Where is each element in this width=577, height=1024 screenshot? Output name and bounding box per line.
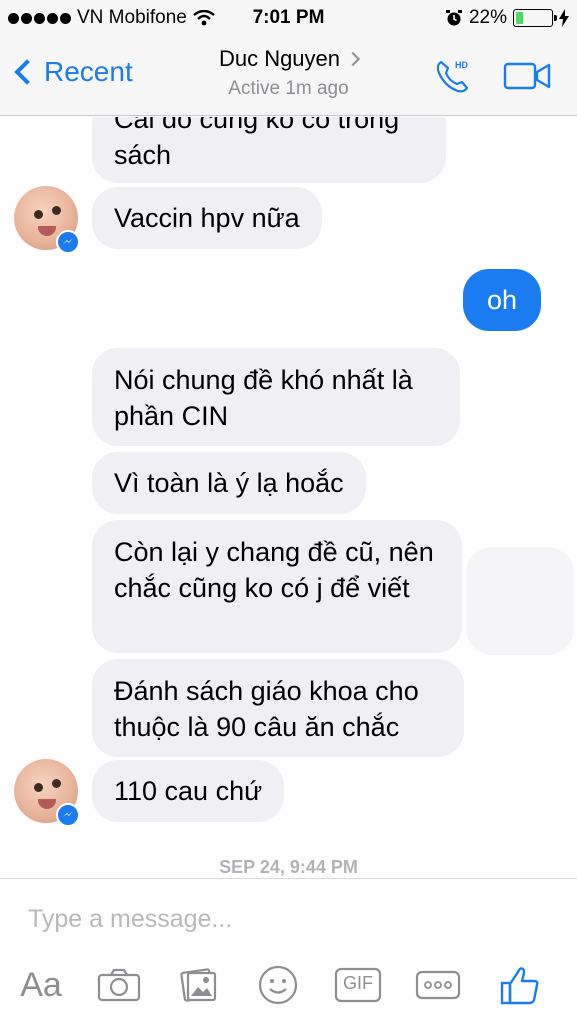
messenger-badge-icon: [56, 803, 80, 827]
contact-name: Duc Nguyen: [218, 46, 341, 71]
faded-attachment: [466, 547, 574, 655]
emoji-icon: [258, 965, 298, 1005]
aa-button[interactable]: Aa: [18, 961, 64, 1009]
message-text: 110 cau chứ: [114, 776, 263, 806]
header-actions: HD: [433, 56, 551, 96]
hd-phone-icon[interactable]: HD: [433, 56, 473, 96]
video-call-icon[interactable]: [503, 61, 551, 91]
message-bubble[interactable]: Vì toàn là ý lạ hoắc: [92, 452, 366, 514]
contact-name-row: Duc Nguyen: [218, 46, 361, 72]
gif-label: GIF: [343, 973, 373, 993]
message-input[interactable]: [28, 899, 548, 939]
message-text: Nói chung đề khó nhất là phần CIN: [114, 365, 413, 431]
like-icon: [500, 967, 539, 1005]
chevron-right-icon: [345, 51, 361, 67]
battery-icon: [513, 9, 557, 27]
battery-percent: 22%: [468, 7, 507, 28]
message-text: Còn lại y chang đề cũ, nên chắc cũng ko …: [114, 537, 434, 603]
timestamp: SEP 24, 9:44 PM: [219, 857, 358, 877]
more-button[interactable]: [414, 961, 462, 1009]
message-text: Đánh sách giáo khoa cho thuộc là 90 câu …: [114, 676, 419, 742]
message-bubble[interactable]: Vaccin hpv nữa: [92, 187, 322, 249]
emoji-button[interactable]: [255, 961, 301, 1009]
charging-icon: [559, 9, 569, 27]
camera-icon: [97, 968, 141, 1002]
more-icon: [415, 970, 461, 1000]
svg-text:HD: HD: [455, 60, 468, 70]
messenger-badge-icon: [56, 230, 80, 254]
message-bubble-sent[interactable]: oh: [463, 269, 541, 331]
gif-button[interactable]: GIF: [333, 961, 383, 1009]
message-list[interactable]: Cái đó cũng ko có trong sách Vaccin hpv …: [0, 117, 577, 877]
message-bubble[interactable]: 110 cau chứ: [92, 760, 285, 822]
gallery-button[interactable]: [176, 961, 222, 1009]
alarm-icon: [445, 10, 462, 26]
message-bubble[interactable]: Đánh sách giáo khoa cho thuộc là 90 câu …: [92, 659, 464, 757]
conversation-header: Recent Duc Nguyen Active 1m ago HD: [0, 36, 577, 116]
composer: Aa G: [0, 878, 577, 1024]
message-bubble[interactable]: Nói chung đề khó nhất là phần CIN: [92, 348, 460, 446]
message-text: Vì toàn là ý lạ hoắc: [114, 468, 344, 498]
battery-fill: [516, 12, 523, 24]
status-right: 22%: [445, 7, 569, 29]
like-button[interactable]: [496, 961, 544, 1009]
message-bubble[interactable]: Cái đó cũng ko có trong sách: [92, 117, 446, 183]
message-text: Cái đó cũng ko có trong sách: [114, 117, 400, 170]
message-text: oh: [486, 285, 518, 315]
photo-gallery-icon: [180, 968, 217, 1002]
status-bar: VN Mobifone 7:01 PM 22%: [0, 0, 577, 36]
message-bubble[interactable]: Còn lại y chang đề cũ, nên chắc cũng ko …: [92, 520, 462, 653]
message-text: Vaccin hpv nữa: [114, 203, 300, 233]
camera-button[interactable]: [96, 961, 142, 1009]
composer-toolbar: Aa GIF: [0, 961, 577, 1017]
